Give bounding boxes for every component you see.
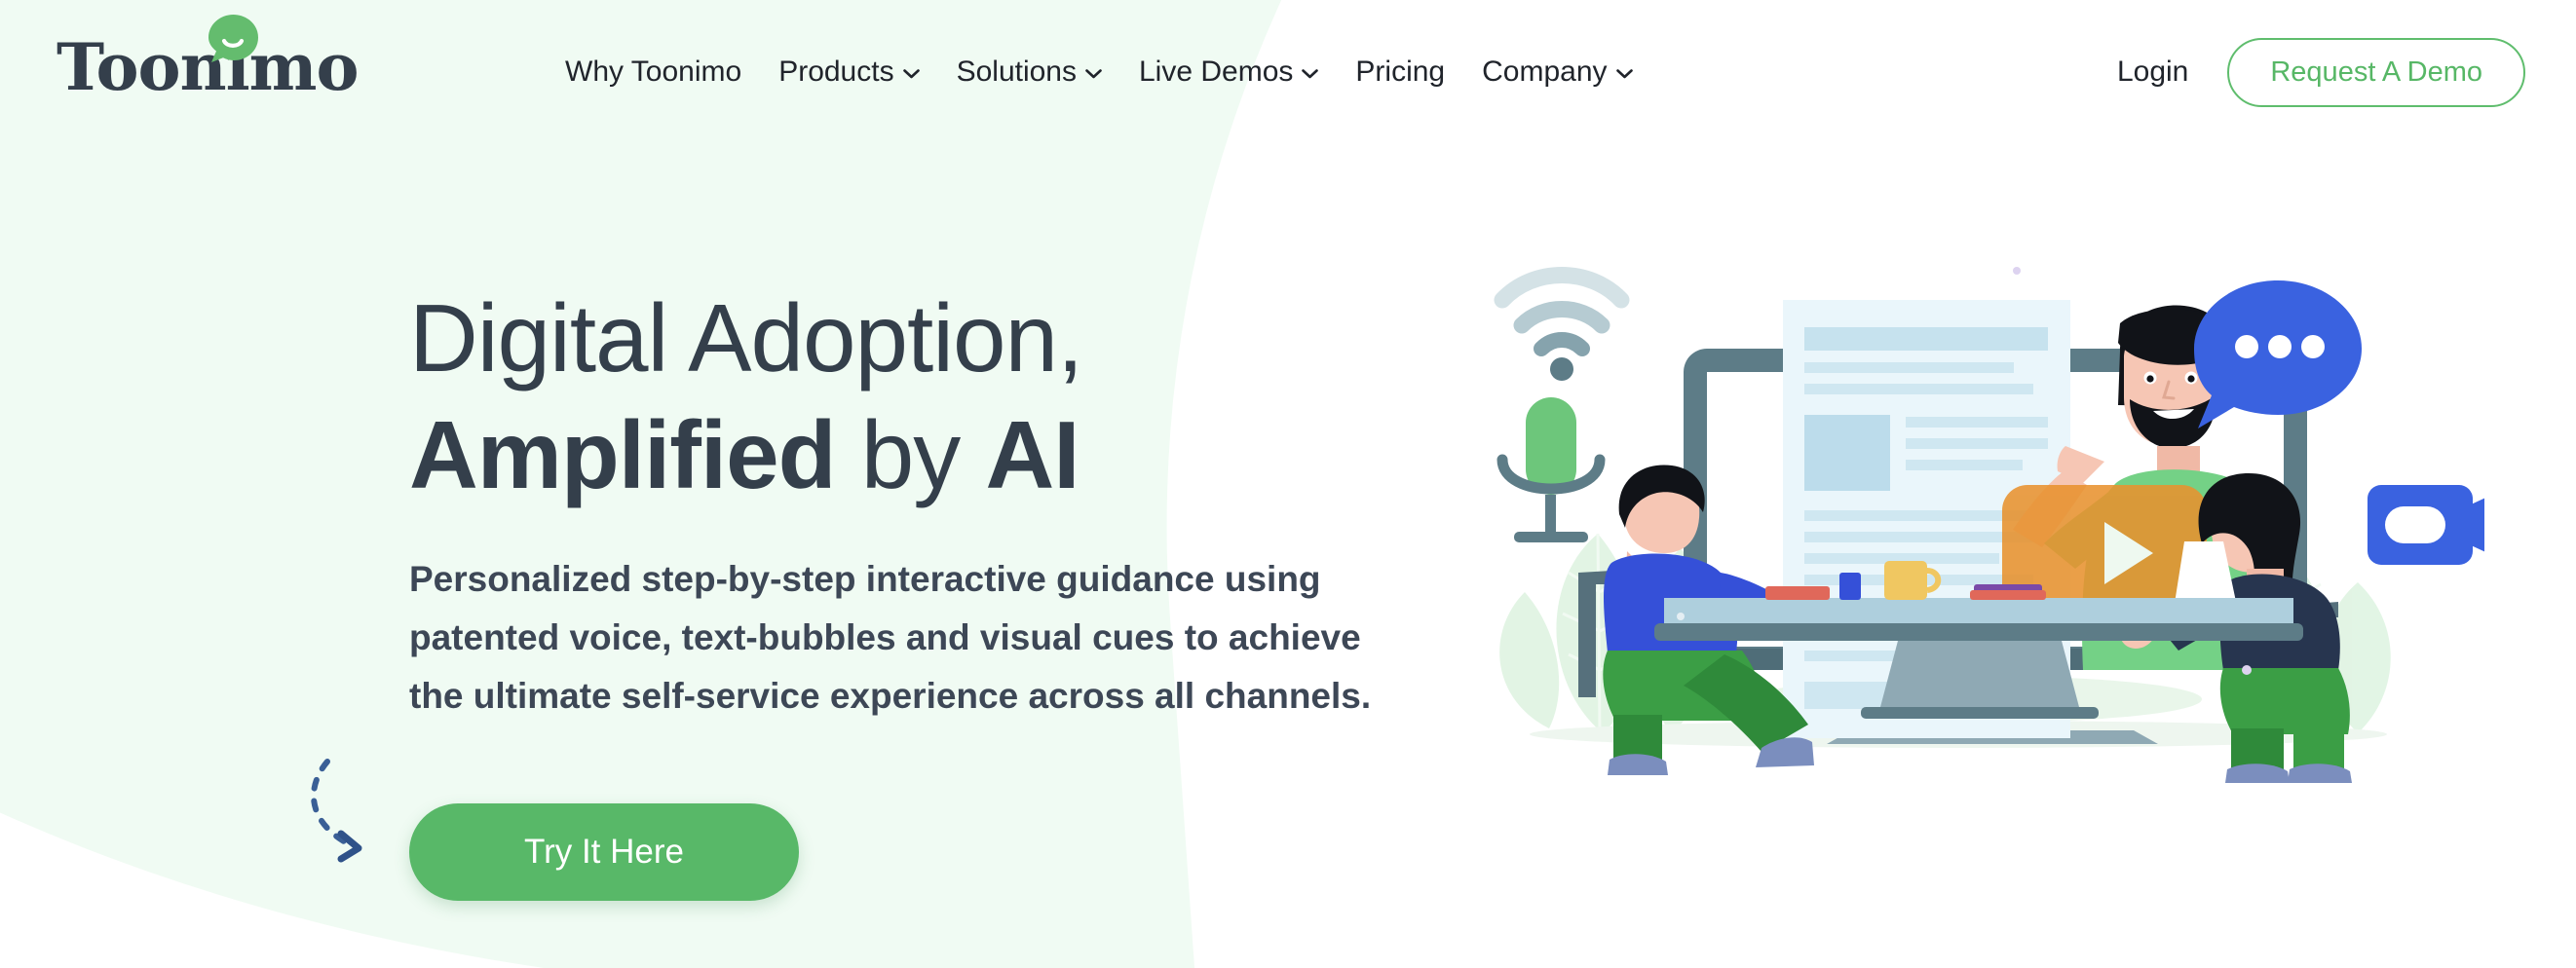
curved-dashed-arrow-icon — [310, 759, 362, 863]
hero-heading-ai: AI — [985, 400, 1080, 508]
hero-cta: Try It Here — [409, 803, 799, 901]
chevron-down-icon — [1085, 69, 1102, 79]
nav-label: Live Demos — [1139, 56, 1294, 88]
nav-item-why-toonimo[interactable]: Why Toonimo — [565, 56, 741, 89]
sparkle-dot — [1677, 613, 1685, 620]
main-navigation: Why Toonimo Products Solutions Live Demo… — [565, 0, 1633, 144]
hero-heading-by: by — [835, 400, 986, 508]
nav-item-company[interactable]: Company — [1482, 56, 1633, 89]
hero-heading-line-1: Digital Adoption, — [409, 284, 1083, 391]
nav-label: Products — [778, 56, 894, 88]
hero-heading-amplified: Amplified — [409, 400, 836, 508]
chevron-down-icon — [902, 69, 920, 79]
sparkle-dot — [2013, 267, 2021, 275]
logo[interactable]: Toonimo — [29, 8, 359, 115]
site-header: Toonimo Why Toonimo Products Solutions L… — [0, 0, 2576, 144]
nav-label: Solutions — [956, 56, 1077, 88]
nav-item-solutions[interactable]: Solutions — [957, 56, 1102, 89]
nav-label: Company — [1482, 56, 1608, 88]
header-actions: Login Request A Demo — [2117, 0, 2525, 144]
nav-item-pricing[interactable]: Pricing — [1355, 56, 1445, 89]
microphone-icon — [1496, 397, 1606, 542]
login-link[interactable]: Login — [2117, 56, 2188, 89]
chevron-down-icon — [1615, 69, 1633, 79]
chevron-down-icon — [1302, 69, 1319, 79]
nav-item-live-demos[interactable]: Live Demos — [1139, 56, 1319, 89]
hero-copy: Digital Adoption, Amplified by AI Person… — [409, 282, 1432, 726]
hero-paragraph: Personalized step-by-step interactive gu… — [409, 559, 1372, 717]
request-a-demo-button[interactable]: Request A Demo — [2227, 37, 2525, 107]
speech-bubble-smile-icon — [208, 15, 258, 62]
nav-item-products[interactable]: Products — [778, 56, 920, 89]
video-camera-icon — [2368, 485, 2484, 565]
sparkle-dot — [2242, 665, 2252, 675]
remote-team-digital-adoption-illustration — [1432, 242, 2484, 845]
wifi-icon — [1494, 267, 1630, 381]
nav-label: Why Toonimo — [565, 56, 742, 88]
chat-bubble-icon — [2194, 280, 2362, 428]
page-title: Digital Adoption, Amplified by AI — [409, 282, 1432, 511]
page-root: Toonimo Why Toonimo Products Solutions L… — [0, 0, 2576, 968]
hero-heading-line-2: Amplified by AI — [409, 399, 1432, 512]
try-it-here-button[interactable]: Try It Here — [409, 803, 799, 901]
nav-label: Pricing — [1355, 56, 1446, 88]
